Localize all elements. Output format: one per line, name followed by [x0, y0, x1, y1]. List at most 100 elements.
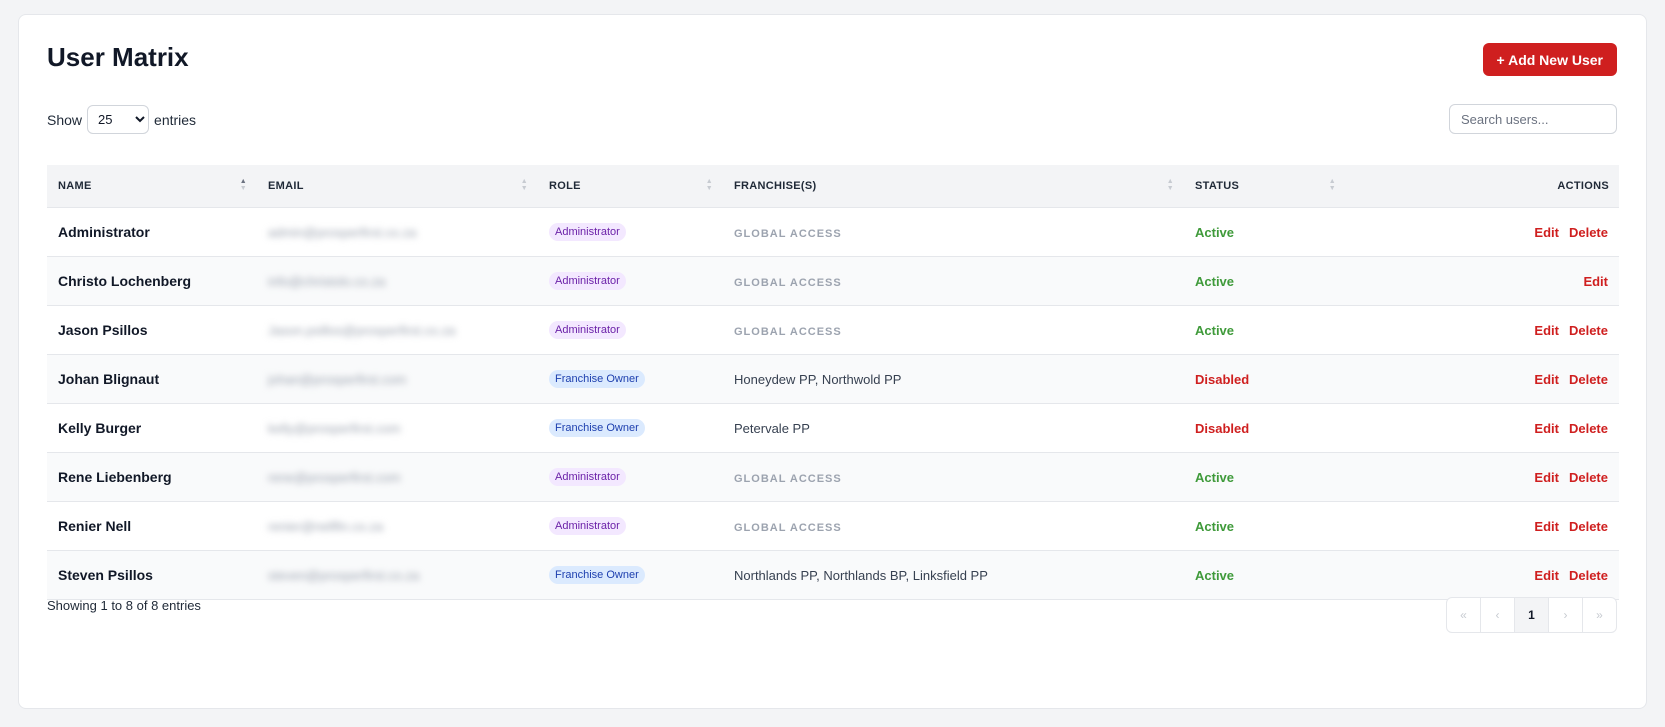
sort-icon: ▲ ▼ — [239, 178, 247, 192]
pagination: « ‹ 1 › » — [1446, 597, 1617, 633]
delete-user-link[interactable]: Delete — [1569, 225, 1608, 240]
user-franchises: GLOBAL ACCESS — [734, 276, 842, 289]
user-name: Jason Psillos — [47, 305, 257, 355]
status-badge: Active — [1195, 469, 1235, 485]
row-actions: Edit — [1346, 256, 1619, 306]
user-name: Steven Psillos — [47, 550, 257, 600]
user-email: johan@prosperfirst.com — [268, 371, 407, 387]
delete-user-link[interactable]: Delete — [1569, 470, 1608, 485]
table-row: Johan Blignaut johan@prosperfirst.com Fran… — [47, 354, 1619, 404]
user-email: renier@nellfin.co.za — [268, 518, 384, 534]
pagination-page-1[interactable]: 1 — [1515, 598, 1549, 632]
column-header-email[interactable]: EMAIL ▲ ▼ — [257, 165, 538, 208]
table-row: Kelly Burger kelly@prosperfirst.com Franch… — [47, 403, 1619, 453]
user-email: Jason.psillos@prosperfirst.co.za — [268, 322, 456, 338]
show-label: Show — [47, 111, 83, 128]
user-franchises: Honeydew PP, Northwold PP — [734, 371, 902, 387]
pagination-first-button[interactable]: « — [1447, 598, 1481, 632]
search-users-input[interactable] — [1449, 104, 1617, 134]
pagination-last-button[interactable]: » — [1583, 598, 1616, 632]
entries-length-control: Show 102550100 entries — [47, 105, 196, 134]
user-email: kelly@prosperfirst.com — [268, 420, 401, 436]
delete-user-link[interactable]: Delete — [1569, 421, 1608, 436]
user-email: admin@prosperfirst.co.za — [268, 224, 417, 240]
entries-per-page-select[interactable]: 102550100 — [87, 105, 150, 134]
column-header-franchises[interactable]: FRANCHISE(S) ▲ ▼ — [723, 165, 1184, 208]
table-row: Rene Liebenberg rene@prosperfirst.com Admi… — [47, 452, 1619, 502]
row-actions: Edit Delete — [1346, 305, 1619, 355]
status-badge: Active — [1195, 518, 1235, 534]
pagination-prev-button[interactable]: ‹ — [1481, 598, 1515, 632]
delete-user-link[interactable]: Delete — [1569, 323, 1608, 338]
edit-user-link[interactable]: Edit — [1583, 274, 1608, 289]
edit-user-link[interactable]: Edit — [1534, 519, 1559, 534]
users-table: NAME ▲ ▼ EMAIL ▲ ▼ ROLE ▲ ▼ FRANCHISE(S) ▲ ▼… — [47, 165, 1619, 600]
sort-icon: ▲ ▼ — [1166, 178, 1174, 192]
page-title: User Matrix — [47, 42, 189, 72]
user-name: Johan Blignaut — [47, 354, 257, 404]
status-badge: Active — [1195, 567, 1235, 583]
status-badge: Disabled — [1195, 420, 1250, 436]
user-name: Renier Nell — [47, 501, 257, 551]
column-header-name[interactable]: NAME ▲ ▼ — [47, 165, 257, 208]
status-badge: Active — [1195, 224, 1235, 240]
user-name: Kelly Burger — [47, 403, 257, 453]
user-franchises: GLOBAL ACCESS — [734, 325, 842, 338]
delete-user-link[interactable]: Delete — [1569, 372, 1608, 387]
user-franchises: GLOBAL ACCESS — [734, 521, 842, 534]
table-row: Steven Psillos steven@prosperfirst.co.za F… — [47, 550, 1619, 600]
user-email: rene@prosperfirst.com — [268, 469, 401, 485]
table-info: Showing 1 to 8 of 8 entries — [47, 598, 201, 613]
column-header-status[interactable]: STATUS ▲ ▼ — [1184, 165, 1346, 208]
edit-user-link[interactable]: Edit — [1534, 323, 1559, 338]
role-badge: Administrator — [549, 517, 626, 535]
role-badge: Franchise Owner — [549, 370, 645, 388]
table-header-row: NAME ▲ ▼ EMAIL ▲ ▼ ROLE ▲ ▼ FRANCHISE(S) ▲ ▼… — [47, 165, 1619, 208]
role-badge: Franchise Owner — [549, 419, 645, 437]
user-name: Rene Liebenberg — [47, 452, 257, 502]
role-badge: Administrator — [549, 272, 626, 290]
edit-user-link[interactable]: Edit — [1534, 421, 1559, 436]
user-franchises: Northlands PP, Northlands BP, Linksfield… — [734, 567, 988, 583]
users-table-body: Administrator admin@prosperfirst.co.za Adm… — [47, 207, 1619, 600]
sort-icon: ▲ ▼ — [520, 178, 528, 192]
user-franchises: Petervale PP — [734, 420, 810, 436]
user-name: Christo Lochenberg — [47, 256, 257, 306]
status-badge: Disabled — [1195, 371, 1250, 387]
user-franchises: GLOBAL ACCESS — [734, 227, 842, 240]
delete-user-link[interactable]: Delete — [1569, 519, 1608, 534]
delete-user-link[interactable]: Delete — [1569, 568, 1608, 583]
role-badge: Administrator — [549, 468, 626, 486]
table-row: Jason Psillos Jason.psillos@prosperfirst.… — [47, 305, 1619, 355]
row-actions: Edit Delete — [1346, 354, 1619, 404]
user-matrix-card: User Matrix + Add New User Show 10255010… — [18, 14, 1647, 709]
table-row: Administrator admin@prosperfirst.co.za Adm… — [47, 207, 1619, 257]
table-row: Christo Lochenberg info@christolo.co.za Ad… — [47, 256, 1619, 306]
user-email: steven@prosperfirst.co.za — [268, 567, 420, 583]
edit-user-link[interactable]: Edit — [1534, 470, 1559, 485]
user-name: Administrator — [47, 207, 257, 257]
row-actions: Edit Delete — [1346, 501, 1619, 551]
add-new-user-button[interactable]: + Add New User — [1482, 43, 1617, 76]
role-badge: Administrator — [549, 321, 626, 339]
pagination-next-button[interactable]: › — [1549, 598, 1583, 632]
sort-icon: ▲ ▼ — [1328, 178, 1336, 192]
row-actions: Edit Delete — [1346, 403, 1619, 453]
role-badge: Franchise Owner — [549, 566, 645, 584]
table-row: Renier Nell renier@nellfin.co.za Administr… — [47, 501, 1619, 551]
row-actions: Edit Delete — [1346, 452, 1619, 502]
row-actions: Edit Delete — [1346, 550, 1619, 600]
column-header-role[interactable]: ROLE ▲ ▼ — [538, 165, 723, 208]
edit-user-link[interactable]: Edit — [1534, 372, 1559, 387]
sort-icon: ▲ ▼ — [705, 178, 713, 192]
edit-user-link[interactable]: Edit — [1534, 225, 1559, 240]
status-badge: Active — [1195, 322, 1235, 338]
user-email: info@christolo.co.za — [268, 273, 386, 289]
role-badge: Administrator — [549, 223, 626, 241]
entries-label: entries — [154, 111, 197, 128]
column-header-actions: ACTIONS — [1346, 165, 1619, 208]
edit-user-link[interactable]: Edit — [1534, 568, 1559, 583]
status-badge: Active — [1195, 273, 1235, 289]
row-actions: Edit Delete — [1346, 207, 1619, 257]
user-franchises: GLOBAL ACCESS — [734, 472, 842, 485]
